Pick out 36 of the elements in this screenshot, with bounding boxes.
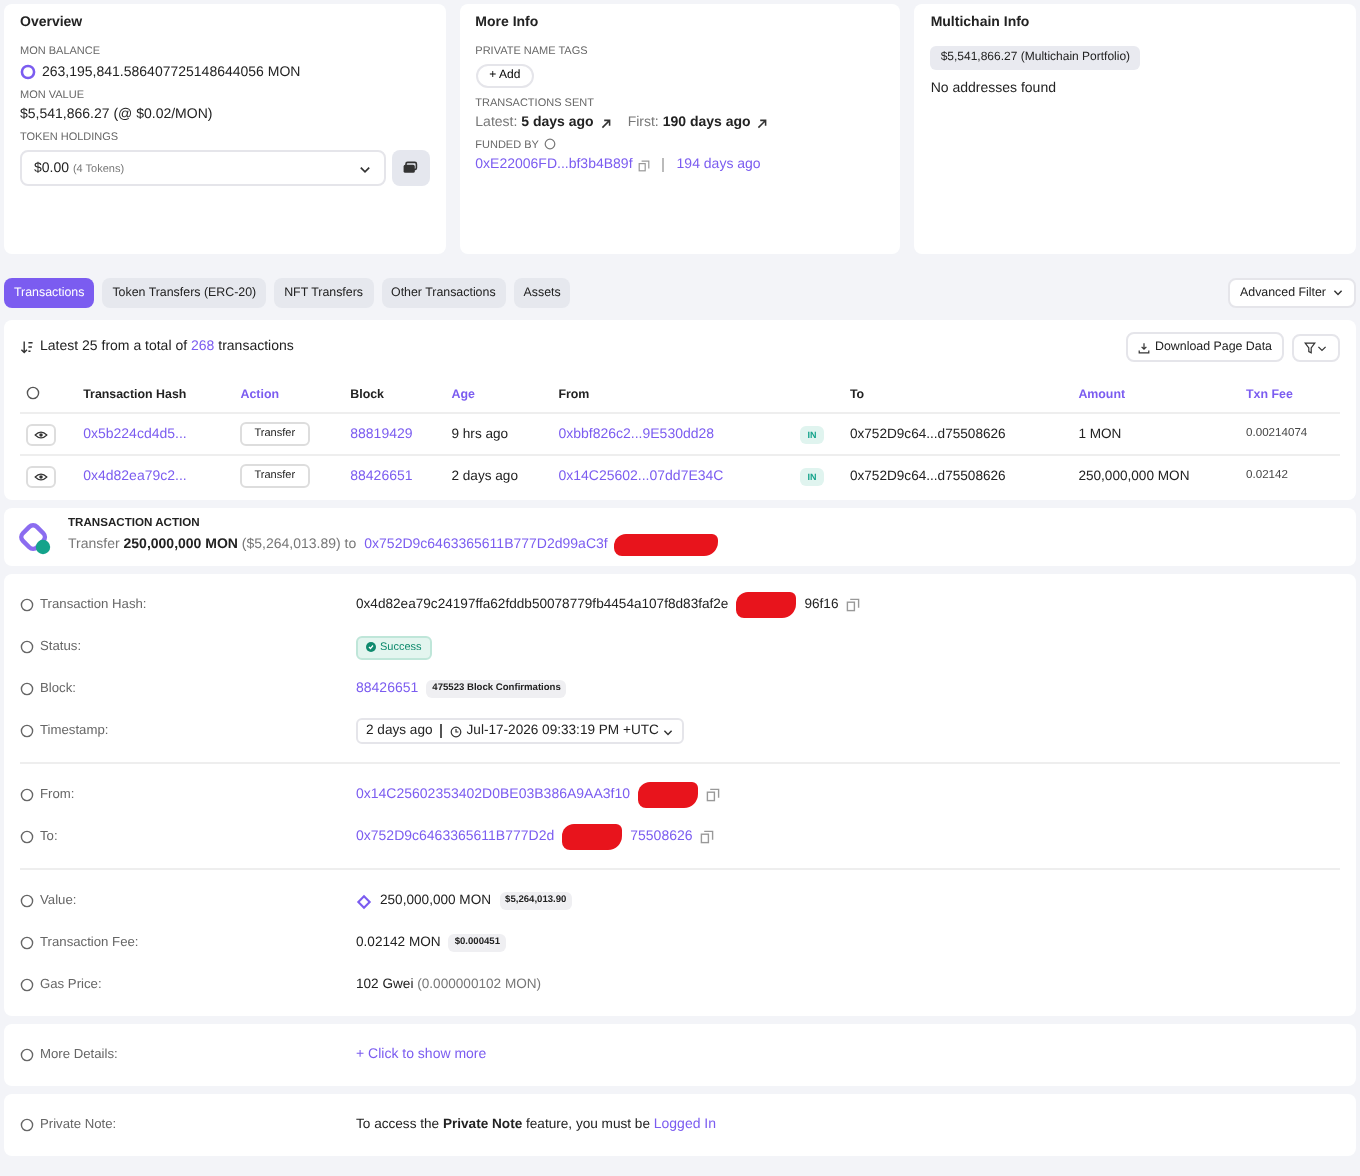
wallet-icon [402,160,419,176]
help-icon [20,1118,34,1132]
clock-icon [450,725,463,737]
help-icon [20,1048,34,1062]
copy-icon[interactable] [700,830,715,844]
eye-button[interactable] [26,423,56,445]
help-icon [20,936,34,950]
download-icon [1137,341,1150,353]
eye-icon [34,471,48,481]
chevron-icon [1332,286,1344,298]
filter-icon [1304,341,1328,353]
eye-button[interactable] [26,465,56,487]
chevron-icon [662,725,675,737]
help-icon [20,724,34,738]
arrow-icon[interactable] [599,117,612,129]
help-icon [544,138,557,150]
copy-icon[interactable] [706,788,721,802]
help-icon [20,640,34,654]
eye-icon [34,429,48,439]
copy-icon[interactable] [846,598,861,612]
arrow-icon[interactable] [756,117,769,129]
help-icon [26,386,40,400]
help-icon [20,894,34,908]
copy-icon[interactable] [638,159,651,171]
wallet-button[interactable] [391,150,430,186]
diamond-icon [356,893,372,909]
filter-button[interactable] [1292,333,1340,361]
chevron-icon [357,161,372,175]
diamond-logo-icon [16,519,52,555]
help-icon [20,830,34,844]
help-icon [20,598,34,612]
help-icon [20,978,34,992]
help-icon [20,682,34,696]
help-icon [20,788,34,802]
ring-icon [20,64,36,80]
sort-icon [20,340,34,354]
